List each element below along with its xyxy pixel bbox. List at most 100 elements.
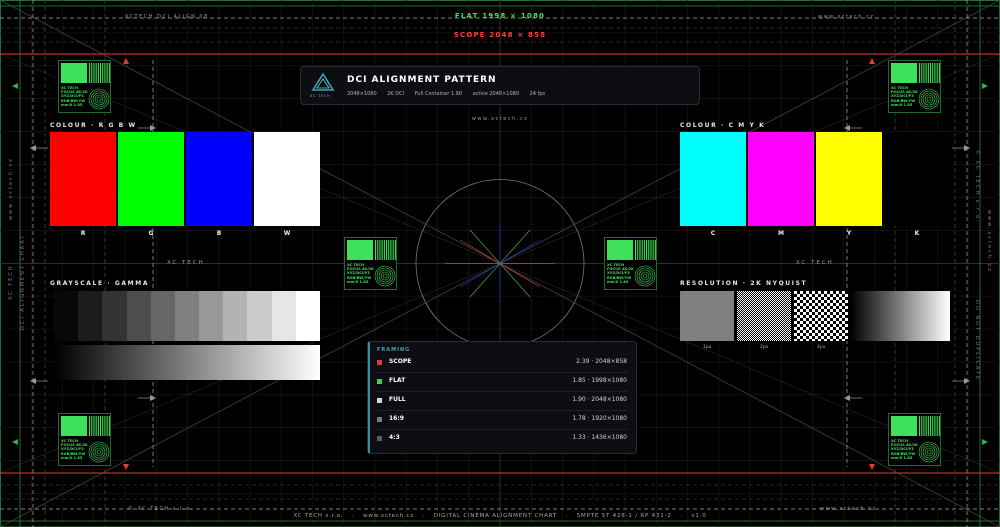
- cmyk-swatch-y: [816, 132, 882, 226]
- res-label-2px: 2px: [760, 345, 769, 350]
- side-left-outer: XC TECH: [8, 264, 14, 300]
- logo-text: XC TECH: [310, 94, 331, 98]
- cmyk-swatch-c: [680, 132, 746, 226]
- footer-url: www.xctech.cz: [362, 513, 415, 519]
- center-right-label: XC TECH: [796, 260, 834, 266]
- framing-name: FULL: [389, 396, 406, 403]
- focus-target: XC TECH FOCUS 4K/2K XYZ/DCI/P3 RGB/BW/YW…: [888, 60, 941, 113]
- top-right-note: www.xctech.cz: [818, 14, 875, 20]
- bottom-left-note: © XC TECH s.r.o.: [128, 506, 194, 512]
- gray-step: [174, 291, 200, 341]
- framing-value: 1.85 · 1998×1080: [572, 377, 627, 384]
- res-label-4px: 4px: [817, 345, 826, 350]
- bottom-right-note: www.xctech.cz: [820, 506, 877, 512]
- framing-color-chip: [377, 436, 382, 441]
- framing-accent-bar: [368, 342, 370, 453]
- page-title: DCI ALIGNMENT PATTERN: [347, 75, 497, 85]
- footer-sep: ·: [680, 513, 683, 519]
- res-tile-1px: [680, 291, 734, 341]
- footer-company: XC TECH s.r.o.: [293, 513, 344, 519]
- gray-step: [199, 291, 224, 341]
- gray-step: [102, 291, 128, 341]
- gray-step: [271, 291, 297, 341]
- res-ramp: [851, 291, 950, 341]
- framing-divider: [377, 429, 627, 430]
- framing-name: 4:3: [389, 434, 400, 441]
- framing-divider: [377, 372, 627, 373]
- framing-color-chip: [377, 360, 382, 365]
- framing-row-flat: FLAT 1.85 · 1998×1080: [377, 377, 627, 389]
- cmyk-title: COLOUR · C M Y K: [680, 122, 766, 129]
- framing-row-full: FULL 1.90 · 2048×1080: [377, 396, 627, 408]
- cmyk-label-m: M: [778, 230, 784, 237]
- framing-divider: [377, 391, 627, 392]
- focus-target-text: XC TECH FOCUS 4K/2K XYZ/DCI/P3 RGB/BW/YW…: [891, 86, 918, 107]
- rgbw-swatch-w: [254, 132, 320, 226]
- footer-sep: ·: [351, 513, 355, 519]
- focus-target: XC TECH FOCUS 4K/2K XYZ/DCI/P3 RGB/BW/YW…: [58, 413, 111, 466]
- gray-step: [126, 291, 152, 341]
- resolution-title: RESOLUTION · 2K NYQUIST: [680, 280, 808, 287]
- framing-color-chip: [377, 398, 382, 403]
- res-tile-2px: [737, 291, 791, 341]
- footer-sep: ·: [422, 513, 426, 519]
- focus-target-text: XC TECH FOCUS 4K/2K XYZ/DCI/P3 RGB/BW/YW…: [347, 263, 374, 284]
- sub-resolution: 2048×1080: [347, 91, 377, 97]
- rgbw-swatch-b: [186, 132, 252, 226]
- cmyk-label-k: K: [914, 230, 920, 237]
- gray-step: [54, 291, 79, 341]
- rgbw-title: COLOUR · R G B W: [50, 122, 137, 129]
- framing-name: 16:9: [389, 415, 404, 422]
- rgbw-swatch-g: [118, 132, 184, 226]
- framing-panel: FRAMING SCOPE 2.39 · 2048×858 FLAT 1.85 · 1…: [367, 341, 637, 454]
- gray-step: [223, 291, 248, 341]
- framing-row-4-3: 4:3 1.33 · 1436×1080: [377, 434, 627, 446]
- cmyk-label-y: Y: [846, 230, 852, 237]
- test-pattern-canvas: FLAT 1998 × 1080 SCOPE 2048 × 858 XCTECH…: [0, 0, 1000, 527]
- sub-fps: 24 fps: [529, 91, 546, 97]
- framing-divider: [377, 410, 627, 411]
- res-tile-4px: [794, 291, 848, 341]
- side-right-inner: DO NOT DUPLICATE: [974, 300, 980, 382]
- focus-target-text: XC TECH FOCUS 4K/2K XYZ/DCI/P3 RGB/BW/YW…: [891, 439, 918, 460]
- rgbw-label-r: R: [80, 230, 86, 237]
- framing-row-scope: SCOPE 2.39 · 2048×858: [377, 358, 627, 370]
- header-panel: XC TECH DCI ALIGNMENT PATTERN 2048×1080 …: [300, 66, 700, 105]
- focus-target: XC TECH FOCUS 4K/2K XYZ/DCI/P3 RGB/BW/YW…: [888, 413, 941, 466]
- framing-value: 1.90 · 2048×1080: [572, 396, 627, 403]
- framing-color-chip: [377, 379, 382, 384]
- framing-name: SCOPE: [389, 358, 412, 365]
- framing-value: 2.39 · 2048×858: [576, 358, 627, 365]
- focus-target-text: XC TECH FOCUS 4K/2K XYZ/DCI/P3 RGB/BW/YW…: [607, 263, 634, 284]
- footer-version: v1.0: [691, 513, 707, 519]
- footer-sep: ·: [565, 513, 569, 519]
- focus-target: XC TECH FOCUS 4K/2K XYZ/DCI/P3 RGB/BW/YW…: [604, 237, 657, 290]
- sub-active: active 2048×1080: [472, 91, 520, 97]
- sub-container: Full Container 1.90: [414, 91, 462, 97]
- focus-target: XC TECH FOCUS 4K/2K XYZ/DCI/P3 RGB/BW/YW…: [344, 237, 397, 290]
- rgbw-label-b: B: [216, 230, 222, 237]
- center-left-label: XC TECH: [167, 260, 205, 266]
- framing-title: FRAMING: [377, 347, 411, 353]
- gray-step: [247, 291, 273, 341]
- side-right-outer: © XC TECH s.r.o.: [974, 150, 980, 224]
- scope-label: SCOPE 2048 × 858: [453, 31, 547, 39]
- gray-step: [78, 291, 103, 341]
- focus-target: XC TECH FOCUS 4K/2K XYZ/DCI/P3 RGB/BW/YW…: [58, 60, 111, 113]
- side-right-url: www.xctech.cz: [986, 210, 992, 273]
- framing-row-16-9: 16:9 1.78 · 1920×1080: [377, 415, 627, 427]
- header-subtitle: 2048×1080 2K DCI Full Container 1.90 act…: [347, 91, 554, 97]
- focus-target-text: XC TECH FOCUS 4K/2K XYZ/DCI/P3 RGB/BW/YW…: [61, 86, 88, 107]
- footer-chart-name: DIGITAL CINEMA ALIGNMENT CHART: [433, 513, 558, 519]
- gray-step: [295, 291, 321, 341]
- gray-step: [150, 291, 176, 341]
- framing-color-chip: [377, 417, 382, 422]
- framing-value: 1.33 · 1436×1080: [572, 434, 627, 441]
- rgbw-swatch-r: [50, 132, 116, 226]
- grayscale-title: GRAYSCALE · GAMMA: [50, 280, 150, 287]
- footer-standard: SMPTE ST 428-1 / RP 431-2: [576, 513, 672, 519]
- side-left-inner: DCI ALIGNMENT CHART: [20, 233, 26, 330]
- cmyk-swatch-k: [884, 132, 950, 226]
- footer: XC TECH s.r.o. · www.xctech.cz · DIGITAL…: [0, 513, 1000, 519]
- focus-target-text: XC TECH FOCUS 4K/2K XYZ/DCI/P3 RGB/BW/YW…: [61, 439, 88, 460]
